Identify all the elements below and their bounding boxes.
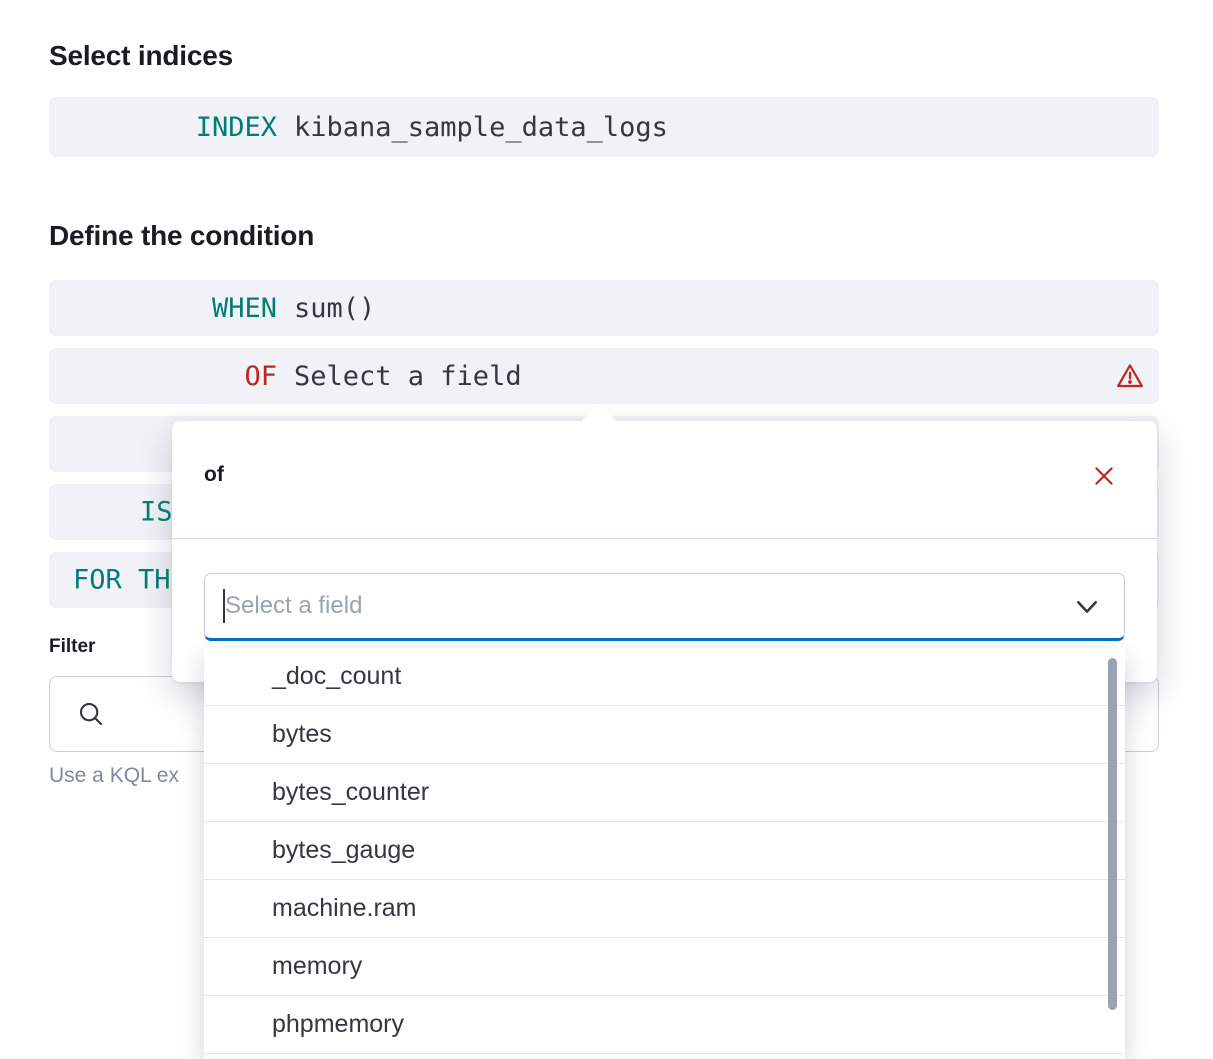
field-option[interactable]: machine.ram <box>204 880 1125 938</box>
close-button[interactable] <box>1091 463 1117 489</box>
index-keyword: INDEX <box>49 112 277 143</box>
field-option[interactable]: bytes_gauge <box>204 822 1125 880</box>
for-the-keyword: FOR TH <box>73 565 171 596</box>
field-option[interactable]: phpmemory <box>204 996 1125 1054</box>
index-value: kibana_sample_data_logs <box>294 112 668 143</box>
field-options-list: _doc_count bytes bytes_counter bytes_gau… <box>204 648 1125 1059</box>
is-keyword: IS <box>140 497 173 528</box>
index-expression[interactable]: INDEX kibana_sample_data_logs <box>49 97 1159 157</box>
kql-hint-text: Use a KQL ex <box>49 764 179 788</box>
field-option[interactable]: bytes_counter <box>204 764 1125 822</box>
field-option-label: bytes_counter <box>272 778 429 807</box>
of-keyword: OF <box>49 361 277 392</box>
of-expression[interactable]: OF Select a field <box>49 348 1159 404</box>
field-option-label: _doc_count <box>272 662 401 691</box>
select-indices-heading: Select indices <box>49 40 233 72</box>
of-value: Select a field <box>294 361 522 392</box>
field-option[interactable]: memory <box>204 938 1125 996</box>
scrollbar-thumb[interactable] <box>1108 658 1117 1010</box>
when-expression[interactable]: WHEN sum() <box>49 280 1159 336</box>
field-option-label: bytes <box>272 720 332 749</box>
field-option-label: memory <box>272 952 362 981</box>
close-icon <box>1091 476 1117 493</box>
of-popover: of Select a field <box>172 421 1157 682</box>
popover-title: of <box>204 463 224 487</box>
field-option-label: machine.ram <box>272 894 417 923</box>
define-condition-heading: Define the condition <box>49 220 314 252</box>
when-keyword: WHEN <box>49 293 277 324</box>
field-option-label: bytes_gauge <box>272 836 415 865</box>
when-value: sum() <box>294 293 375 324</box>
combobox-placeholder: Select a field <box>225 592 362 620</box>
field-select-combobox[interactable]: Select a field <box>204 573 1125 641</box>
popover-arrow <box>581 404 618 441</box>
popover-divider <box>172 538 1157 539</box>
search-icon <box>76 699 106 729</box>
chevron-down-icon[interactable] <box>1072 591 1102 621</box>
warning-triangle-icon <box>1115 361 1145 391</box>
field-option[interactable]: _doc_count <box>204 648 1125 706</box>
field-option[interactable]: bytes <box>204 706 1125 764</box>
field-option-label: phpmemory <box>272 1010 404 1039</box>
filter-label: Filter <box>49 636 95 658</box>
